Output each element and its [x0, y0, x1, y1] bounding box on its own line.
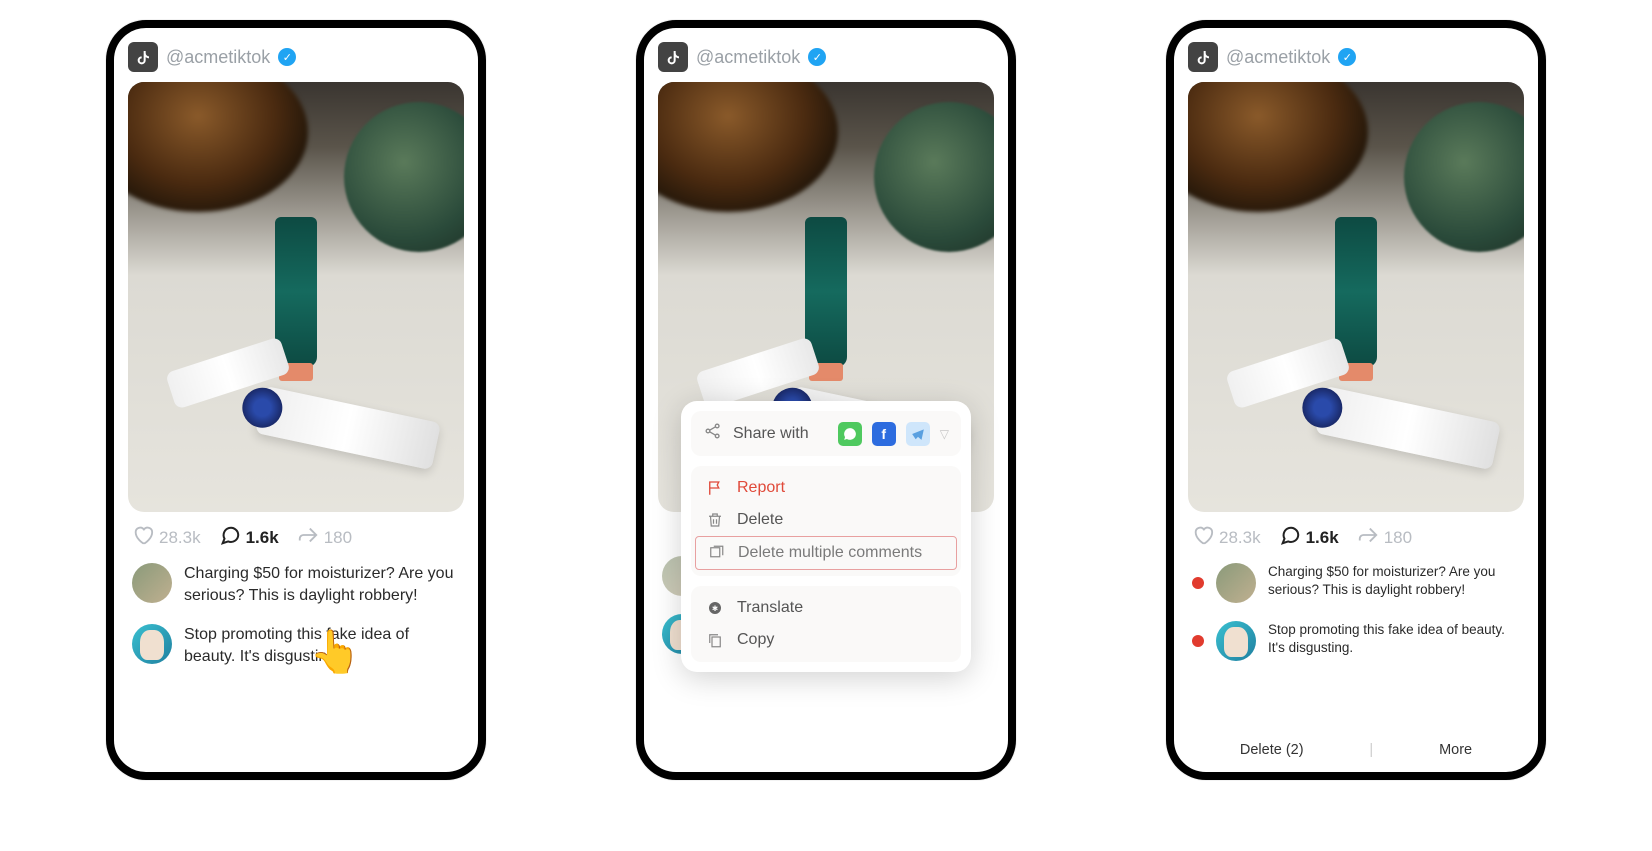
- post-header: @acmetiktok ✓: [128, 42, 464, 72]
- shares-count: 180: [1384, 528, 1412, 548]
- post-image[interactable]: [1188, 82, 1524, 512]
- tiktok-app-icon: [1188, 42, 1218, 72]
- username[interactable]: @acmetiktok: [1226, 47, 1330, 68]
- heart-icon: [1192, 524, 1214, 551]
- delete-button[interactable]: Delete: [695, 504, 957, 536]
- translate-label: Translate: [737, 599, 803, 617]
- flag-icon: [705, 479, 725, 497]
- more-share-icon[interactable]: ▽: [940, 427, 949, 441]
- verified-badge-icon: ✓: [808, 48, 826, 66]
- telegram-icon[interactable]: [906, 422, 930, 446]
- translate-icon: ✱: [705, 599, 725, 617]
- phone-screen-2: @acmetiktok ✓ x x Stop promoting this fa…: [636, 20, 1016, 780]
- post-header: @acmetiktok ✓: [1188, 42, 1524, 72]
- likes-count: 28.3k: [159, 528, 201, 548]
- likes-stat[interactable]: 28.3k: [1192, 524, 1261, 551]
- comment-item-selectable[interactable]: Stop promoting this fake idea of beauty.…: [1192, 621, 1520, 661]
- shares-count: 180: [324, 528, 352, 548]
- delete-label: Delete: [737, 511, 783, 529]
- heart-icon: [132, 524, 154, 551]
- trash-icon: [705, 511, 725, 529]
- comments-stat[interactable]: 1.6k: [1279, 524, 1339, 551]
- comments-count: 1.6k: [246, 528, 279, 548]
- verified-badge-icon: ✓: [1338, 48, 1356, 66]
- facebook-icon[interactable]: f: [872, 422, 896, 446]
- whatsapp-icon[interactable]: [838, 422, 862, 446]
- comments-list: Charging $50 for moisturizer? Are you se…: [128, 563, 464, 667]
- post-header: @acmetiktok ✓: [658, 42, 994, 72]
- stats-row: 28.3k 1.6k 180: [1188, 512, 1524, 563]
- comment-text: Stop promoting this fake idea of beauty.…: [1268, 621, 1520, 657]
- delete-multiple-button[interactable]: Delete multiple comments: [695, 536, 957, 570]
- tiktok-app-icon: [658, 42, 688, 72]
- comment-text: Charging $50 for moisturizer? Are you se…: [1268, 563, 1520, 599]
- verified-badge-icon: ✓: [278, 48, 296, 66]
- stats-row: 28.3k 1.6k 180: [128, 512, 464, 563]
- avatar[interactable]: [1216, 621, 1256, 661]
- delete-selected-button[interactable]: Delete (2): [1240, 742, 1304, 758]
- copy-label: Copy: [737, 631, 774, 649]
- share-row: Share with f ▽: [691, 411, 961, 456]
- username[interactable]: @acmetiktok: [166, 47, 270, 68]
- report-button[interactable]: Report: [695, 472, 957, 504]
- selection-bottom-bar: Delete (2) | More: [1174, 728, 1538, 772]
- delete-multiple-label: Delete multiple comments: [738, 544, 922, 562]
- share-nodes-icon: [703, 421, 723, 446]
- likes-stat[interactable]: 28.3k: [132, 524, 201, 551]
- comments-count: 1.6k: [1306, 528, 1339, 548]
- comment-item[interactable]: Charging $50 for moisturizer? Are you se…: [132, 563, 460, 606]
- share-with-label: Share with: [733, 425, 809, 443]
- share-icon: [297, 524, 319, 551]
- avatar[interactable]: [132, 563, 172, 603]
- comment-icon: [219, 524, 241, 551]
- phone-screen-1: @acmetiktok ✓ 28.3k 1.6k 180 Charging $5: [106, 20, 486, 780]
- avatar[interactable]: [132, 624, 172, 664]
- comment-item-selectable[interactable]: Charging $50 for moisturizer? Are you se…: [1192, 563, 1520, 603]
- phone-screen-3: @acmetiktok ✓ 28.3k 1.6k 180 Ch: [1166, 20, 1546, 780]
- copy-icon: [705, 631, 725, 649]
- selection-dot-icon[interactable]: [1192, 635, 1204, 647]
- copy-button[interactable]: Copy: [695, 624, 957, 656]
- svg-text:✱: ✱: [712, 604, 719, 613]
- username[interactable]: @acmetiktok: [696, 47, 800, 68]
- comment-icon: [1279, 524, 1301, 551]
- divider: |: [1369, 742, 1373, 758]
- selection-dot-icon[interactable]: [1192, 577, 1204, 589]
- post-image[interactable]: [128, 82, 464, 512]
- comment-actions-popup: Share with f ▽ Report Delete Delete: [681, 401, 971, 672]
- shares-stat[interactable]: 180: [297, 524, 352, 551]
- tiktok-app-icon: [128, 42, 158, 72]
- more-button[interactable]: More: [1439, 742, 1472, 758]
- shares-stat[interactable]: 180: [1357, 524, 1412, 551]
- comment-text: Charging $50 for moisturizer? Are you se…: [184, 563, 460, 606]
- likes-count: 28.3k: [1219, 528, 1261, 548]
- avatar[interactable]: [1216, 563, 1256, 603]
- report-label: Report: [737, 479, 785, 497]
- share-icon: [1357, 524, 1379, 551]
- select-multiple-icon: [706, 544, 726, 562]
- comment-text: Stop promoting this fake idea of beauty.…: [184, 624, 460, 667]
- comment-item[interactable]: Stop promoting this fake idea of beauty.…: [132, 624, 460, 667]
- translate-button[interactable]: ✱ Translate: [695, 592, 957, 624]
- comments-stat[interactable]: 1.6k: [219, 524, 279, 551]
- comments-list-select-mode: Charging $50 for moisturizer? Are you se…: [1188, 563, 1524, 661]
